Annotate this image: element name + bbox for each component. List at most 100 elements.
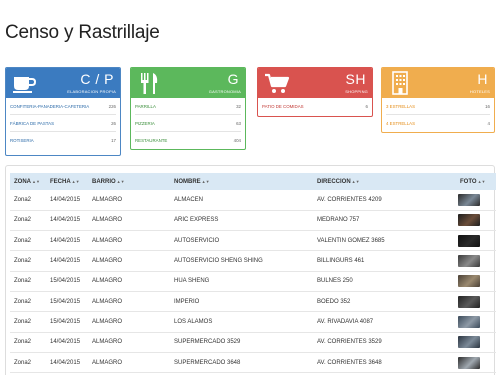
card-item-label: PATIO DE COMIDAS — [262, 104, 304, 109]
column-header-fecha[interactable]: FECHA▲▼ — [46, 173, 88, 190]
cell-fecha: 14/04/2015 — [50, 217, 81, 224]
cell-direccion: BOEDO 352 — [317, 298, 351, 305]
cell-direccion: AV. CORRIENTES 3529 — [317, 339, 382, 346]
photo-thumbnail[interactable] — [458, 356, 480, 369]
cell-nombre: HUA SHENG — [174, 278, 210, 285]
cell-nombre: AUTOSERVICIO — [174, 237, 220, 244]
cell-barrio: ALMAGRO — [92, 278, 123, 285]
sort-icon: ▲▼ — [71, 178, 80, 184]
column-header-nombre[interactable]: NOMBRE▲▼ — [170, 173, 313, 190]
card-header: H HOTELES — [382, 68, 494, 98]
photo-thumbnail[interactable] — [458, 234, 480, 247]
card-item[interactable]: 3 ESTRELLAS 16 — [386, 98, 490, 115]
card-code: C / P — [80, 71, 114, 87]
table-row[interactable]: Zona2 14/04/2015 ALMAGRO ARIC EXPRESS MEDRAN… — [10, 210, 496, 231]
sort-icon: ▲▼ — [477, 178, 486, 184]
card-item[interactable]: CONFITERIA-PANADERIA-CAFETERIA 226 — [10, 98, 116, 115]
card-category: SHOPPING — [345, 89, 368, 94]
cell-barrio: ALMAGRO — [92, 258, 123, 265]
cell-nombre: SUPERMERCADO 3529 — [174, 339, 241, 346]
building-icon — [392, 71, 408, 95]
card-item[interactable]: ROTISERIA 17 — [10, 132, 116, 149]
cell-foto — [456, 312, 496, 332]
cell-foto — [456, 291, 496, 311]
cell-direccion: AV. CORRIENTES 3648 — [317, 359, 382, 366]
sort-icon: ▲▼ — [32, 178, 40, 184]
cell-nombre: LOS ALAMOS — [174, 318, 213, 325]
cell-foto — [456, 352, 496, 372]
cell-direccion: VALENTIN GOMEZ 3685 — [317, 237, 385, 244]
card-item[interactable]: PIZZERIA 63 — [135, 115, 241, 132]
photo-thumbnail[interactable] — [458, 214, 480, 227]
table-row[interactable]: Zona2 15/04/2015 ALMAGRO HUA SHENG BULNES 25… — [10, 271, 496, 292]
cell-direccion: MEDRANO 757 — [317, 217, 360, 224]
table-row[interactable]: Zona2 14/04/2015 ALMAGRO AUTOSERVICIO SHENG… — [10, 251, 496, 272]
cell-fecha: 14/04/2015 — [50, 196, 81, 203]
cell-fecha: 15/04/2015 — [50, 298, 81, 305]
card-item-count: 404 — [233, 138, 241, 143]
cell-nombre: IMPERIO — [174, 298, 200, 305]
table-row[interactable]: Zona2 15/04/2015 ALMAGRO IMPERIO BOEDO 352 — [10, 291, 496, 312]
cell-direccion: AV. CORRIENTES 4209 — [317, 196, 382, 203]
column-header-direccion[interactable]: DIRECCION▲▼ — [313, 173, 456, 190]
photo-thumbnail[interactable] — [458, 193, 480, 206]
column-header-zona[interactable]: ZONA▲▼ — [10, 173, 46, 190]
card-item-label: 4 ESTRELLAS — [386, 121, 416, 126]
cell-fecha: 15/04/2015 — [50, 278, 81, 285]
page-title: Censo y Rastrillaje — [5, 22, 160, 43]
cell-nombre: AUTOSERVICIO SHENG SHING — [174, 258, 263, 265]
card-item-label: PIZZERIA — [135, 120, 155, 126]
photo-thumbnail[interactable] — [458, 315, 480, 328]
census-table-panel: ZONA▲▼ FECHA▲▼ BARRIO▲▼ NOMBRE▲▼ DIRECCI… — [5, 165, 496, 375]
cell-direccion: BULNES 250 — [317, 278, 353, 285]
cell-fecha: 14/04/2015 — [50, 339, 81, 346]
category-card-elaboracion: C / P ELABORACION PROPIA CONFITERIA-PANA… — [5, 67, 121, 156]
column-header-barrio[interactable]: BARRIO▲▼ — [88, 173, 170, 190]
card-item[interactable]: PARRILLA 32 — [135, 98, 241, 115]
photo-thumbnail[interactable] — [458, 275, 480, 288]
table-row[interactable]: Zona2 14/04/2015 ALMAGRO AUTOSERVICIO VALENT… — [10, 231, 496, 251]
card-header: C / P ELABORACION PROPIA — [6, 68, 120, 98]
table-row[interactable]: Zona2 14/04/2015 ALMAGRO SUPERMERCADO 3648 A… — [10, 352, 496, 373]
cell-zona: Zona2 — [14, 217, 32, 224]
table-row[interactable]: Zona2 14/04/2015 ALMAGRO SUPERMERCADO 3529 A… — [10, 332, 496, 353]
category-card-shopping: SH SHOPPING PATIO DE COMIDAS 6 — [257, 67, 373, 117]
cell-zona: Zona2 — [14, 318, 32, 325]
photo-thumbnail[interactable] — [458, 295, 480, 308]
category-card-gastronomia: G GASTRONOMIA PARRILLA 32 PIZZERIA 63 REST… — [130, 67, 246, 150]
card-category: HOTELES — [469, 89, 490, 94]
coffee-cup-icon — [13, 77, 37, 93]
shopping-cart-icon — [265, 73, 290, 93]
cell-fecha: 15/04/2015 — [50, 318, 81, 325]
cell-foto — [456, 210, 496, 230]
cell-foto — [456, 332, 496, 352]
census-table: ZONA▲▼ FECHA▲▼ BARRIO▲▼ NOMBRE▲▼ DIRECCI… — [10, 173, 496, 373]
cell-barrio: ALMAGRO — [92, 196, 123, 203]
cell-zona: Zona2 — [14, 258, 32, 265]
card-item-label: 3 ESTRELLAS — [386, 103, 416, 109]
card-item-label: CONFITERIA-PANADERIA-CAFETERIA — [10, 103, 90, 109]
card-item[interactable]: 4 ESTRELLAS 4 — [386, 115, 490, 132]
table-row[interactable]: Zona2 14/04/2015 ALMAGRO ALMACEN AV. CORRIEN… — [10, 190, 496, 211]
card-item[interactable]: RESTAURANTE 404 — [135, 132, 241, 149]
sort-icon: ▲▼ — [351, 178, 360, 184]
card-item-label: RESTAURANTE — [135, 138, 168, 143]
table-row[interactable]: Zona2 15/04/2015 ALMAGRO LOS ALAMOS AV. RIVA… — [10, 312, 496, 333]
photo-thumbnail[interactable] — [458, 255, 480, 268]
card-item-count: 63 — [236, 120, 241, 126]
cell-barrio: ALMAGRO — [92, 359, 123, 366]
cell-barrio: ALMAGRO — [92, 318, 123, 325]
card-item[interactable]: PATIO DE COMIDAS 6 — [262, 98, 368, 115]
card-header: SH SHOPPING — [258, 68, 372, 98]
column-header-foto[interactable]: FOTO▲▼ — [456, 173, 496, 190]
card-item-count: 6 — [365, 104, 368, 109]
cell-fecha: 14/04/2015 — [50, 359, 81, 366]
card-item[interactable]: FÁBRICA DE PASTAS 26 — [10, 115, 116, 132]
table-header-row: ZONA▲▼ FECHA▲▼ BARRIO▲▼ NOMBRE▲▼ DIRECCI… — [10, 173, 496, 190]
cell-foto — [456, 271, 496, 291]
card-category: ELABORACION PROPIA — [67, 89, 116, 94]
card-header: G GASTRONOMIA — [131, 68, 245, 98]
cell-fecha: 14/04/2015 — [50, 237, 81, 244]
card-item-count: 17 — [111, 138, 116, 143]
photo-thumbnail[interactable] — [458, 336, 480, 349]
